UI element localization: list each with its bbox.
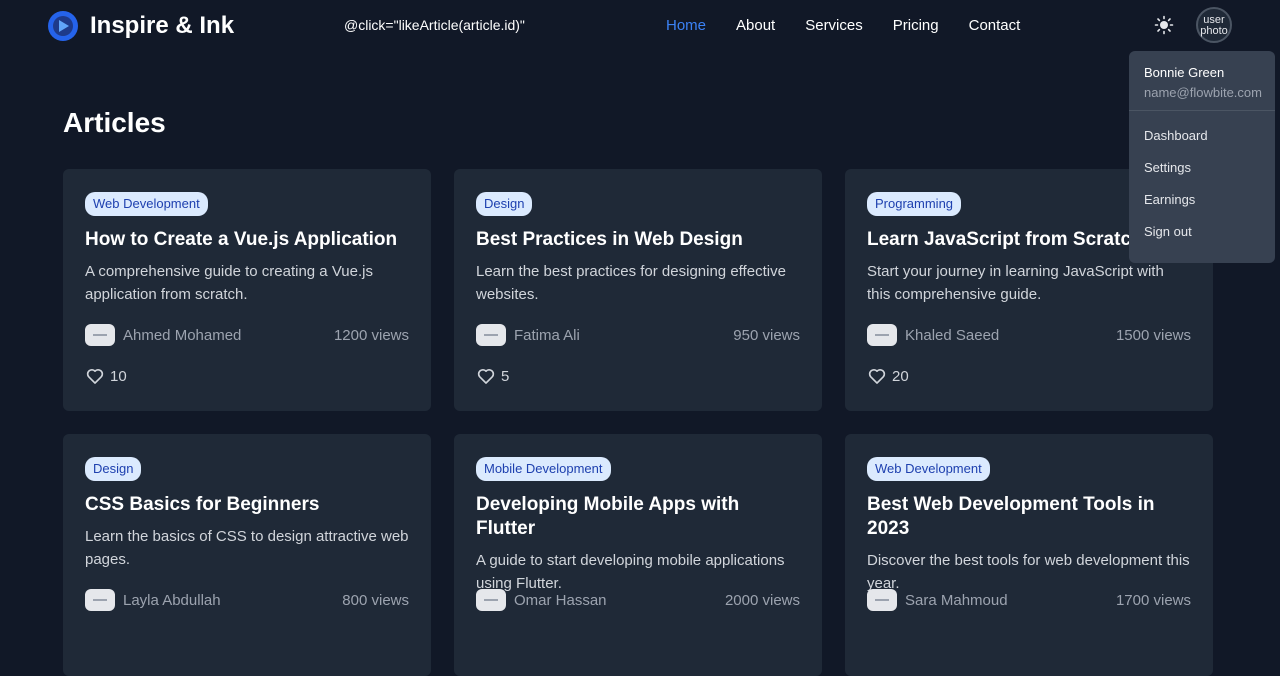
author-name: Sara Mahmoud — [905, 591, 1008, 609]
nav-links: Home About Services Pricing Contact — [666, 17, 1020, 34]
article-card[interactable]: Web Development How to Create a Vue.js A… — [63, 169, 431, 411]
like-count: 10 — [110, 367, 127, 385]
user-info: Bonnie Green name@flowbite.com — [1129, 51, 1275, 111]
author: Fatima Ali — [476, 324, 580, 346]
view-count: 2000 views — [724, 591, 800, 609]
menu-item-sign-out[interactable]: Sign out — [1129, 215, 1275, 247]
category-badge[interactable]: Web Development — [867, 457, 990, 481]
author-avatar — [85, 589, 115, 611]
author-avatar — [476, 324, 506, 346]
article-title[interactable]: How to Create a Vue.js Application — [85, 228, 409, 252]
author: Omar Hassan — [476, 589, 607, 611]
author-avatar — [867, 324, 897, 346]
author-avatar — [476, 589, 506, 611]
navbar: Inspire & Ink @click="likeArticle(articl… — [0, 0, 1280, 52]
user-avatar[interactable]: user photo — [1196, 7, 1232, 43]
category-badge[interactable]: Mobile Development — [476, 457, 611, 481]
article-card[interactable]: Design Best Practices in Web Design Lear… — [454, 169, 822, 411]
article-description: Learn the basics of CSS to design attrac… — [85, 528, 409, 568]
article-card[interactable]: Mobile Development Developing Mobile App… — [454, 434, 822, 676]
page-title: Articles — [63, 107, 166, 138]
author: Khaled Saeed — [867, 324, 999, 346]
stray-template-text: @click="likeArticle(article.id)" — [344, 17, 525, 33]
view-count: 800 views — [342, 591, 409, 609]
user-dropdown-menu: Bonnie Green name@flowbite.com Dashboard… — [1129, 51, 1275, 263]
article-card[interactable]: Web Development Best Web Development Too… — [845, 434, 1213, 676]
heart-icon — [86, 368, 104, 384]
article-meta: Ahmed Mohamed 1200 views — [85, 324, 409, 346]
view-count: 1700 views — [1115, 591, 1191, 609]
user-name: Bonnie Green — [1144, 65, 1225, 80]
author-avatar — [85, 324, 115, 346]
brand-logo-icon — [48, 11, 78, 41]
article-title[interactable]: Best Practices in Web Design — [476, 228, 800, 252]
like-count: 20 — [892, 367, 909, 385]
user-menu-list: Dashboard Settings Earnings Sign out — [1129, 111, 1275, 247]
article-meta: Omar Hassan 2000 views — [476, 589, 800, 611]
article-meta: Fatima Ali 950 views — [476, 324, 800, 346]
view-count: 1200 views — [333, 326, 409, 344]
article-meta: Sara Mahmoud 1700 views — [867, 589, 1191, 611]
user-email: name@flowbite.com — [1144, 85, 1262, 100]
nav-link-services[interactable]: Services — [805, 17, 863, 34]
author-name: Fatima Ali — [514, 326, 580, 344]
author: Layla Abdullah — [85, 589, 221, 611]
nav-link-pricing[interactable]: Pricing — [893, 17, 939, 34]
view-count: 1500 views — [1115, 326, 1191, 344]
page-scrollbar[interactable] — [1272, 0, 1280, 610]
article-description: Learn the best practices for designing e… — [476, 263, 786, 303]
article-meta: Khaled Saeed 1500 views — [867, 324, 1191, 346]
view-count: 950 views — [733, 326, 800, 344]
brand[interactable]: Inspire & Ink — [48, 11, 234, 41]
menu-item-settings[interactable]: Settings — [1129, 151, 1275, 183]
heart-icon — [477, 368, 495, 384]
heart-icon — [868, 368, 886, 384]
author-name: Khaled Saeed — [905, 326, 1000, 344]
articles-grid: Web Development How to Create a Vue.js A… — [63, 169, 1213, 676]
like-button[interactable]: 20 — [867, 366, 909, 386]
author: Sara Mahmoud — [867, 589, 1008, 611]
menu-item-earnings[interactable]: Earnings — [1129, 183, 1275, 215]
nav-link-contact[interactable]: Contact — [969, 17, 1021, 34]
nav-link-home[interactable]: Home — [666, 17, 706, 34]
category-badge[interactable]: Programming — [867, 192, 962, 216]
article-title[interactable]: Developing Mobile Apps with Flutter — [476, 493, 800, 541]
article-description: Start your journey in learning JavaScrip… — [867, 263, 1164, 303]
like-button[interactable]: 10 — [85, 366, 127, 386]
menu-item-dashboard[interactable]: Dashboard — [1129, 119, 1275, 151]
author-avatar — [867, 589, 897, 611]
author: Ahmed Mohamed — [85, 324, 241, 346]
article-title[interactable]: Best Web Development Tools in 2023 — [867, 493, 1191, 541]
article-meta: Layla Abdullah 800 views — [85, 589, 409, 611]
author-name: Omar Hassan — [514, 591, 607, 609]
like-button[interactable]: 5 — [476, 366, 509, 386]
author-name: Ahmed Mohamed — [123, 326, 242, 344]
category-badge[interactable]: Design — [476, 192, 533, 216]
article-title[interactable]: CSS Basics for Beginners — [85, 493, 409, 517]
category-badge[interactable]: Web Development — [85, 192, 208, 216]
author-name: Layla Abdullah — [123, 591, 221, 609]
brand-name: Inspire & Ink — [90, 12, 235, 39]
like-count: 5 — [501, 367, 510, 385]
article-card[interactable]: Design CSS Basics for Beginners Learn th… — [63, 434, 431, 676]
nav-link-about[interactable]: About — [736, 17, 775, 34]
sun-icon[interactable] — [1154, 15, 1174, 35]
category-badge[interactable]: Design — [85, 457, 142, 481]
article-description: A comprehensive guide to creating a Vue.… — [85, 263, 373, 303]
